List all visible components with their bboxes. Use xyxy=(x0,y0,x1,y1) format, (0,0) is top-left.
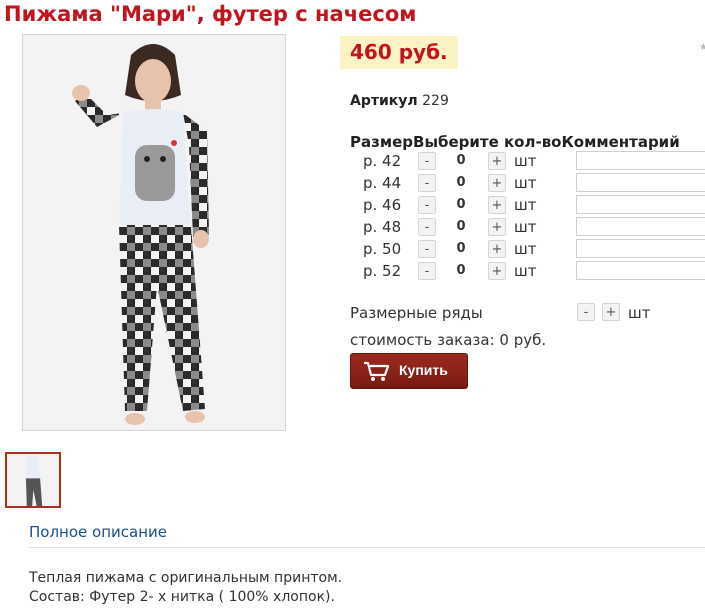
decrease-quantity-button[interactable]: - xyxy=(418,174,436,192)
quantity-value: 0 xyxy=(456,153,466,168)
order-row: р. 42 - 0 + шт xyxy=(350,150,705,172)
order-row: р. 44 - 0 + шт xyxy=(350,172,705,194)
size-grid-unit: шт xyxy=(628,304,651,322)
size-label: р. 42 xyxy=(363,152,402,170)
size-grid-decrease-button[interactable]: - xyxy=(577,303,595,321)
decrease-quantity-button[interactable]: - xyxy=(418,196,436,214)
thumbnail-illustration xyxy=(7,454,59,506)
decrease-quantity-button[interactable]: - xyxy=(418,152,436,170)
quantity-value: 0 xyxy=(456,241,466,256)
size-grid-increase-button[interactable]: + xyxy=(602,303,620,321)
comment-input[interactable] xyxy=(576,151,705,170)
description-line: Состав: Футер 2- х нитка ( 100% хлопок). xyxy=(29,589,335,605)
order-row: р. 46 - 0 + шт xyxy=(350,194,705,216)
size-label: р. 50 xyxy=(363,240,402,258)
product-article: Артикул 229 xyxy=(350,93,449,109)
increase-quantity-button[interactable]: + xyxy=(488,240,506,258)
quantity-value: 0 xyxy=(456,219,466,234)
buy-button-label: Купить xyxy=(399,362,448,378)
comment-input[interactable] xyxy=(576,173,705,192)
comment-input[interactable] xyxy=(576,261,705,280)
size-label: р. 44 xyxy=(363,174,402,192)
size-label: р. 46 xyxy=(363,196,402,214)
header-size: Размер xyxy=(350,133,414,151)
header-quantity: Выберите кол-во xyxy=(413,133,562,151)
comment-input[interactable] xyxy=(576,239,705,258)
product-price: 460 руб. xyxy=(340,36,458,69)
unit-label: шт xyxy=(514,152,537,170)
order-row: р. 50 - 0 + шт xyxy=(350,238,705,260)
description-line: Теплая пижама с оригинальным принтом. xyxy=(29,570,343,586)
order-row: р. 52 - 0 + шт xyxy=(350,260,705,282)
unit-label: шт xyxy=(514,174,537,192)
order-table-header: РазмерВыберите кол-воКомментарий xyxy=(350,133,680,151)
size-grid-label: Размерные ряды xyxy=(350,304,483,322)
product-thumbnail[interactable] xyxy=(5,452,61,508)
comment-input[interactable] xyxy=(576,217,705,236)
decrease-quantity-button[interactable]: - xyxy=(418,240,436,258)
order-row: р. 48 - 0 + шт xyxy=(350,216,705,238)
unit-label: шт xyxy=(514,262,537,280)
cart-icon xyxy=(364,361,390,381)
tab-full-description[interactable]: Полное описание xyxy=(29,523,167,541)
increase-quantity-button[interactable]: + xyxy=(488,262,506,280)
product-title: Пижама "Мари", футер с начесом xyxy=(4,2,417,26)
size-label: р. 48 xyxy=(363,218,402,236)
decrease-quantity-button[interactable]: - xyxy=(418,262,436,280)
quantity-value: 0 xyxy=(456,197,466,212)
header-comment: Комментарий xyxy=(561,133,680,151)
favorite-star-icon[interactable]: ★ xyxy=(699,42,705,53)
article-label: Артикул xyxy=(350,93,418,109)
decrease-quantity-button[interactable]: - xyxy=(418,218,436,236)
model-illustration xyxy=(23,35,285,430)
increase-quantity-button[interactable]: + xyxy=(488,218,506,236)
unit-label: шт xyxy=(514,196,537,214)
product-description: Теплая пижама с оригинальным принтом. Со… xyxy=(29,569,342,607)
quantity-value: 0 xyxy=(456,263,466,278)
increase-quantity-button[interactable]: + xyxy=(488,152,506,170)
unit-label: шт xyxy=(514,218,537,236)
buy-button[interactable]: Купить xyxy=(350,353,468,389)
order-total: стоимость заказа: 0 руб. xyxy=(350,331,547,349)
product-photo[interactable] xyxy=(22,34,286,431)
size-label: р. 52 xyxy=(363,262,402,280)
tab-divider xyxy=(29,547,705,548)
comment-input[interactable] xyxy=(576,195,705,214)
quantity-value: 0 xyxy=(456,175,466,190)
increase-quantity-button[interactable]: + xyxy=(488,174,506,192)
increase-quantity-button[interactable]: + xyxy=(488,196,506,214)
unit-label: шт xyxy=(514,240,537,258)
article-value: 229 xyxy=(422,93,449,109)
